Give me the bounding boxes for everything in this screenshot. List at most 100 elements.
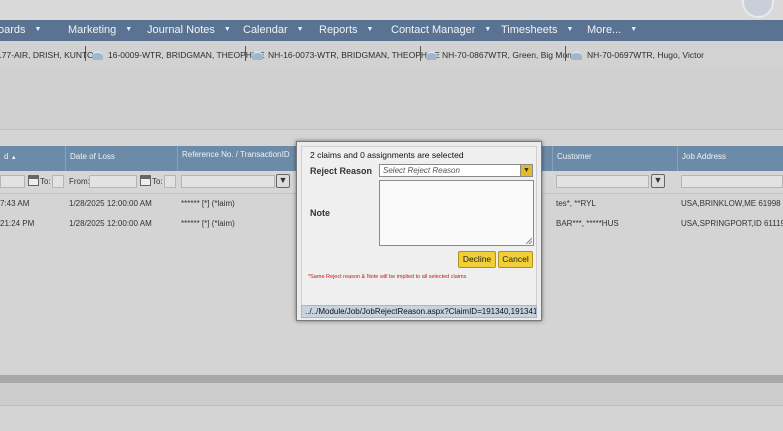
- chevron-down-icon: ▼: [366, 26, 374, 34]
- nav-item-more[interactable]: More... ▼: [587, 20, 637, 41]
- cell-date-of-loss: 1/28/2025 12:00:00 AM: [69, 219, 152, 228]
- selection-summary: 2 claims and 0 assignments are selected: [310, 150, 464, 160]
- column-header-label: Job Address: [682, 152, 727, 161]
- nav-item-label: Marketing: [68, 24, 117, 36]
- reject-reason-placeholder: Select Reject Reason: [383, 166, 460, 175]
- record-tab[interactable]: NH-16-0073-WTR, BRIDGMAN, THEOPHILE: [252, 47, 440, 63]
- reject-reason-label: Reject Reason: [310, 166, 373, 176]
- date-to-filter-input[interactable]: [52, 175, 64, 188]
- grid-scrollbar[interactable]: [0, 375, 783, 383]
- nav-item-label: Timesheets: [501, 24, 558, 36]
- helmet-icon: [426, 51, 437, 61]
- cell-time: 21:24 PM: [0, 219, 35, 228]
- cell-customer: tes*, **RYL: [556, 199, 596, 208]
- column-header-label: Date of Loss: [70, 152, 115, 161]
- filter-icon[interactable]: ▼: [651, 174, 665, 188]
- customer-filter-input[interactable]: [556, 175, 649, 188]
- chevron-down-icon: ▼: [566, 26, 574, 34]
- reject-reason-select[interactable]: Select Reject Reason ▼: [379, 164, 533, 177]
- top-strip: [0, 0, 783, 20]
- reference-filter-input[interactable]: [181, 175, 275, 188]
- to-label: To:: [40, 177, 51, 186]
- nav-item-label: Reports: [319, 24, 358, 36]
- status-url: ../../Module/Job/JobRejectReason.aspx?Cl…: [305, 307, 537, 316]
- tab-divider: [245, 46, 246, 61]
- cell-job-address: USA,SPRINGPORT,ID 61119: [681, 219, 783, 228]
- chevron-down-icon: ▼: [223, 26, 231, 34]
- loss-date-from-filter-input[interactable]: [89, 175, 137, 188]
- cell-time: 7:43 AM: [0, 199, 30, 208]
- from-label: From:: [69, 177, 90, 186]
- nav-item-timesheets[interactable]: Timesheets ▼: [501, 20, 573, 41]
- chevron-down-icon: ▼: [484, 26, 492, 34]
- column-header-label: Customer: [557, 152, 592, 161]
- cell-reference: ****** [*] (*laim): [181, 219, 235, 228]
- decline-button-label: Decline: [462, 254, 492, 264]
- nav-item-label: More...: [587, 24, 622, 36]
- sort-up-icon: ▲: [10, 155, 17, 161]
- calendar-icon[interactable]: [28, 175, 39, 186]
- job-address-filter-input[interactable]: [681, 175, 783, 188]
- record-tab-label: NH-70-0867WTR, Green, Big Money: [442, 50, 581, 60]
- chevron-down-icon: ▼: [125, 26, 133, 34]
- apply-all-hint: *Same Reject reason & Note will be impli…: [308, 274, 467, 280]
- nav-item-contact-manager[interactable]: Contact Manager ▼: [391, 20, 491, 41]
- nav-item-reports[interactable]: Reports ▼: [319, 20, 373, 41]
- record-tab-bar: 177-AIR, DRISH, KUNTO 16-0009-WTR, BRIDG…: [0, 41, 783, 68]
- resize-handle-icon[interactable]: [526, 238, 532, 244]
- filter-icon[interactable]: ▼: [276, 174, 290, 188]
- nav-item-dashboards[interactable]: oards ▼: [0, 20, 41, 41]
- record-tab[interactable]: 16-0009-WTR, BRIDGMAN, THEOPHILE: [92, 47, 265, 63]
- decline-button[interactable]: Decline: [458, 251, 496, 268]
- to-label: To:: [152, 177, 163, 186]
- toolbar-area: [0, 67, 783, 130]
- nav-item-calendar[interactable]: Calendar ▼: [243, 20, 304, 41]
- calendar-icon[interactable]: [140, 175, 151, 186]
- note-label: Note: [310, 208, 330, 218]
- record-tab-label: 177-AIR, DRISH, KUNTO: [0, 50, 94, 60]
- dialog-status-bar: ../../Module/Job/JobRejectReason.aspx?Cl…: [301, 305, 537, 318]
- chevron-down-icon: ▼: [34, 26, 42, 34]
- record-tab[interactable]: 177-AIR, DRISH, KUNTO: [0, 47, 94, 63]
- helmet-icon: [571, 51, 582, 61]
- note-textarea[interactable]: [379, 180, 534, 246]
- chevron-down-icon[interactable]: ▼: [520, 165, 532, 176]
- grid-footer: [0, 383, 783, 406]
- record-tab-label: NH-16-0073-WTR, BRIDGMAN, THEOPHILE: [268, 50, 440, 60]
- nav-item-label: Calendar: [243, 24, 288, 36]
- nav-item-marketing[interactable]: Marketing ▼: [68, 20, 132, 41]
- main-navbar: oards ▼ Marketing ▼ Journal Notes ▼ Calenda…: [0, 20, 783, 42]
- column-header[interactable]: Reference No. / TransactionID: [177, 146, 297, 171]
- tab-divider: [85, 46, 86, 61]
- record-tab[interactable]: NH-70-0697WTR, Hugo, Victor: [571, 47, 704, 63]
- chevron-down-icon: ▼: [296, 26, 304, 34]
- cell-reference: ****** [*] (*laim): [181, 199, 235, 208]
- tab-divider: [565, 46, 566, 61]
- reject-reason-dialog: 2 claims and 0 assignments are selected …: [296, 141, 542, 321]
- column-header-label: Reference No. / TransactionID: [182, 150, 290, 159]
- record-tab-label: NH-70-0697WTR, Hugo, Victor: [587, 50, 704, 60]
- cell-date-of-loss: 1/28/2025 12:00:00 AM: [69, 199, 152, 208]
- dialog-body: 2 claims and 0 assignments are selected …: [301, 146, 537, 306]
- nav-item-label: Journal Notes: [147, 24, 215, 36]
- column-header-label: d: [4, 152, 9, 161]
- chevron-down-icon: ▼: [630, 26, 638, 34]
- nav-item-label: Contact Manager: [391, 24, 476, 36]
- loss-date-to-filter-input[interactable]: [164, 175, 176, 188]
- cancel-button[interactable]: Cancel: [498, 251, 533, 268]
- helmet-icon: [92, 51, 103, 61]
- column-header[interactable]: Date of Loss: [65, 146, 177, 171]
- date-from-filter-input[interactable]: [0, 175, 25, 188]
- cell-job-address: USA,BRINKLOW,ME 61998: [681, 199, 781, 208]
- nav-item-label: oards: [0, 24, 26, 36]
- nav-item-journal-notes[interactable]: Journal Notes ▼: [147, 20, 231, 41]
- record-tab[interactable]: NH-70-0867WTR, Green, Big Money: [426, 47, 581, 63]
- cancel-button-label: Cancel: [502, 254, 529, 264]
- column-header[interactable]: Customer: [552, 146, 677, 171]
- record-tab-label: 16-0009-WTR, BRIDGMAN, THEOPHILE: [108, 50, 265, 60]
- column-header[interactable]: Job Address: [677, 146, 783, 171]
- cell-customer: BAR***, *****HUS: [556, 219, 619, 228]
- tab-divider: [420, 46, 421, 61]
- column-header[interactable]: d ▲: [0, 146, 65, 171]
- helmet-icon: [252, 51, 263, 61]
